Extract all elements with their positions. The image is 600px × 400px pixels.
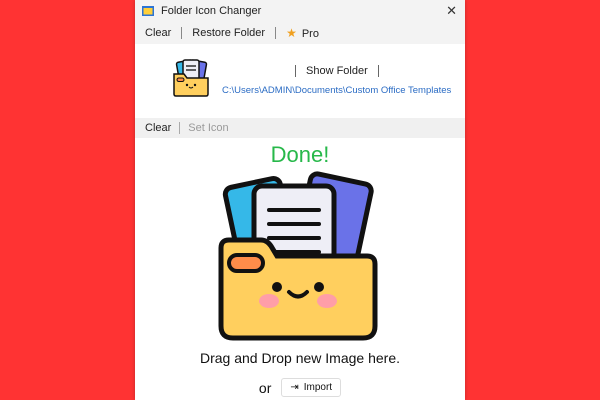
action-bar: Clear Set Icon [135, 118, 465, 138]
show-folder-group: Show Folder [285, 65, 389, 77]
divider [295, 65, 296, 77]
folder-path-link[interactable]: C:\Users\ADMIN\Documents\Custom Office T… [222, 85, 451, 96]
star-icon: ★ [286, 26, 297, 40]
divider [179, 122, 181, 134]
import-button[interactable]: ⇥ Import [281, 378, 342, 397]
clear-button[interactable]: Clear [145, 27, 171, 39]
set-icon-button[interactable]: Set Icon [188, 122, 228, 134]
window-title: Folder Icon Changer [161, 5, 262, 17]
restore-folder-button[interactable]: Restore Folder [192, 27, 265, 39]
show-folder-button[interactable]: Show Folder [306, 65, 368, 77]
app-icon [142, 6, 154, 16]
divider [377, 65, 379, 77]
title-bar: Folder Icon Changer ✕ [135, 0, 465, 22]
divider [181, 27, 183, 39]
status-message: Done! [270, 142, 330, 167]
clear-icon-button[interactable]: Clear [145, 122, 171, 134]
folder-preview-icon [218, 171, 378, 341]
pro-label: Pro [301, 28, 319, 40]
drop-instruction: Drag and Drop new Image here. [200, 350, 400, 366]
import-icon: ⇥ [290, 382, 299, 393]
folder-info: Show Folder C:\Users\ADMIN\Documents\Cus… [135, 44, 465, 118]
divider [275, 27, 277, 39]
or-label: or [258, 379, 272, 396]
close-icon[interactable]: ✕ [446, 3, 457, 19]
toolbar: Clear Restore Folder ★ Pro [135, 22, 465, 44]
pro-button[interactable]: ★ Pro [286, 26, 319, 40]
import-label: Import [303, 382, 333, 393]
drop-zone[interactable]: Done! Drag and Drop new Image here. or ⇥… [135, 138, 465, 400]
import-row: or ⇥ Import [135, 378, 465, 397]
app-window: Folder Icon Changer ✕ Clear Restore Fold… [135, 0, 465, 400]
folder-thumbnail-icon [173, 59, 209, 97]
